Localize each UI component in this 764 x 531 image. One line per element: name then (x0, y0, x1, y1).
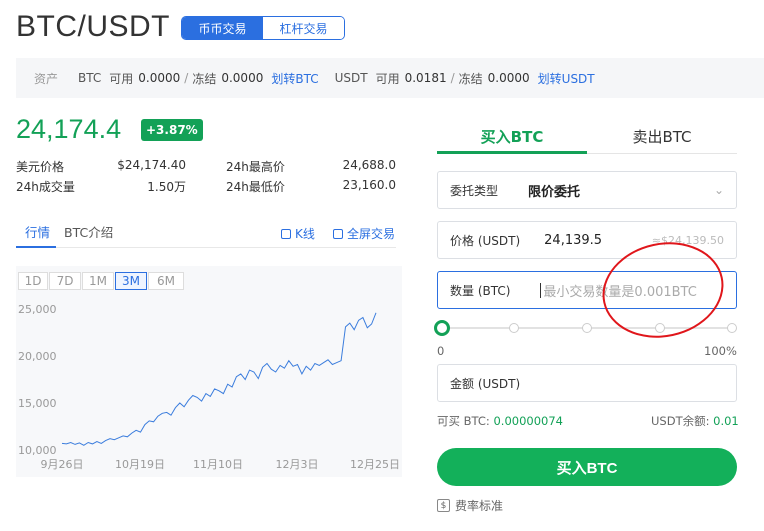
order-type-select[interactable]: 委托类型 限价委托 ⌄ (437, 171, 737, 209)
price-input[interactable]: 24,139.5 (544, 233, 602, 248)
y-tick-label: 10,000 (18, 444, 57, 457)
price-label: 价格 (USDT) (450, 233, 521, 248)
total-field[interactable]: 金额 (USDT) (437, 364, 737, 402)
slider-mark-100[interactable] (727, 323, 737, 333)
slider-mark-50[interactable] (582, 323, 592, 333)
price-line (61, 312, 377, 446)
order-type-value: 限价委托 (528, 184, 581, 200)
x-tick-label: 12月3日 (276, 458, 319, 471)
balance-label: USDT余额: (651, 414, 710, 428)
tab-buy[interactable]: 买入BTC (437, 126, 587, 147)
amount-input[interactable]: 最小交易数量是0.001BTC (543, 281, 696, 300)
can-buy-info: 可买 BTC: 0.00000074 (437, 413, 563, 429)
x-tick-label: 12月25日 (350, 458, 400, 471)
can-buy-value: 0.00000074 (493, 414, 563, 428)
x-tick-label: 9月26日 (41, 458, 84, 471)
buy-submit-button[interactable]: 买入BTC (437, 448, 737, 486)
slider-mark-75[interactable] (655, 323, 665, 333)
balance-value: 0.01 (713, 414, 739, 428)
slider-mark-25[interactable] (509, 323, 519, 333)
price-field[interactable]: 价格 (USDT) 24,139.5 ≈$24,139.50 (437, 221, 737, 259)
order-type-label: 委托类型 (450, 183, 499, 198)
price-usd-equivalent: ≈$24,139.50 (651, 233, 724, 247)
total-label: 金额 (USDT) (450, 376, 521, 391)
text-cursor (540, 282, 542, 298)
buy-tab-underline (437, 151, 587, 154)
tab-sell[interactable]: 卖出BTC (587, 126, 737, 147)
y-tick-label: 20,000 (18, 350, 57, 363)
usdt-balance-info: USDT余额: 0.01 (651, 413, 739, 429)
y-tick-label: 15,000 (18, 397, 57, 410)
slider-min-label: 0 (437, 344, 445, 358)
x-tick-label: 11月10日 (193, 458, 243, 471)
x-tick-label: 10月19日 (115, 458, 165, 471)
chevron-down-icon: ⌄ (713, 183, 724, 197)
slider-max-label: 100% (704, 344, 737, 358)
amount-field[interactable]: 数量 (BTC) 最小交易数量是0.001BTC (437, 271, 737, 309)
can-buy-label: 可买 BTC: (437, 414, 490, 428)
dollar-icon: $ (437, 499, 450, 512)
fee-standard-label: 费率标准 (455, 499, 504, 513)
side-tab-divider (587, 153, 737, 154)
y-tick-label: 25,000 (18, 303, 57, 316)
amount-slider-handle[interactable] (434, 320, 450, 336)
amount-label: 数量 (BTC) (450, 283, 511, 298)
fee-standard-link[interactable]: $ 费率标准 (437, 497, 503, 514)
